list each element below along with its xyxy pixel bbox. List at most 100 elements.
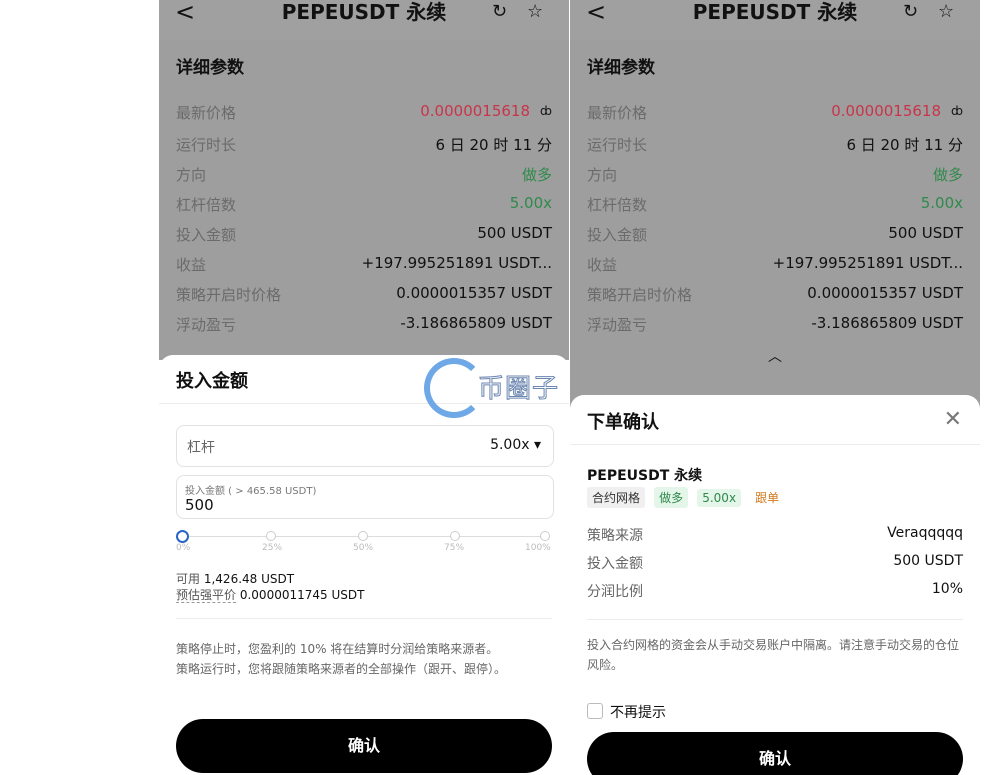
detail-key: 最新价格 xyxy=(176,104,237,122)
detail-value: 6 日 20 时 11 分 xyxy=(435,136,552,154)
detail-key: 收益 xyxy=(176,256,207,274)
sheet-title: 投入金额 xyxy=(176,371,248,392)
detail-value: 0.0000015618 xyxy=(420,102,530,120)
order-key: 投入金额 xyxy=(587,556,643,572)
page-title: PEPEUSDT 永续 xyxy=(692,0,858,24)
watermark-ring-icon xyxy=(424,358,484,418)
liquidation-value: 0.0000011745 USDT xyxy=(239,588,365,602)
detail-value: 500 USDT xyxy=(477,224,552,242)
detail-row: 投入金额 500 USDT xyxy=(587,224,963,248)
right-screen: < PEPEUSDT 永续 ↻ ☆ 详细参数 最新价格 0.0000015618… xyxy=(570,0,980,775)
detail-row: 收益 +197.995251891 USDT... xyxy=(176,254,552,278)
available-label: 可用 xyxy=(176,572,201,586)
detail-value: 做多 xyxy=(932,166,963,184)
detail-key: 策略开启时价格 xyxy=(176,286,282,304)
isolation-note: 投入合约网格的资金会从手动交易账户中隔离。请注意手动交易的仓位风险。 xyxy=(587,638,960,672)
detail-key: 策略开启时价格 xyxy=(587,286,693,304)
detail-value: 0.0000015357 USDT xyxy=(396,284,552,302)
tag-contract-grid: 合约网格 xyxy=(587,487,646,508)
details-section: 详细参数 最新价格 0.0000015618 ȸ 运行时长 6 日 20 时 1… xyxy=(159,40,569,360)
details-section: 详细参数 最新价格 0.0000015618 ȸ 运行时长 6 日 20 时 1… xyxy=(570,40,980,420)
note-line: 策略运行时，您将跟随策略来源者的全部操作（跟开、跟停）。 xyxy=(176,662,507,676)
detail-key: 运行时长 xyxy=(176,136,237,154)
detail-value: +197.995251891 USDT... xyxy=(361,254,552,272)
order-value: Veraqqqqq xyxy=(887,525,963,541)
order-row: 分润比例 10% xyxy=(587,581,963,603)
slider-step[interactable] xyxy=(540,531,550,541)
detail-key: 最新价格 xyxy=(587,104,648,122)
detail-key: 杠杆倍数 xyxy=(587,196,648,214)
divider xyxy=(176,618,552,619)
chevron-up-icon[interactable]: ︿ xyxy=(768,346,782,366)
order-value: 500 USDT xyxy=(893,553,963,569)
available-value: 1,426.48 USDT xyxy=(203,572,295,586)
slider-step[interactable] xyxy=(266,531,276,541)
watermark-text: 币圈子 xyxy=(477,374,560,405)
tag-copy: 跟单 xyxy=(750,487,785,508)
liquidation-label[interactable]: 预估强平价 xyxy=(176,588,237,603)
detail-value: 5.00x xyxy=(920,194,963,212)
detail-value: 0.0000015357 USDT xyxy=(807,284,963,302)
amount-input[interactable]: 500 xyxy=(185,496,214,514)
slider-tick-label: 100% xyxy=(525,543,551,553)
confirm-button[interactable]: 确认 xyxy=(587,732,963,775)
star-icon[interactable]: ☆ xyxy=(938,0,954,24)
slider-step[interactable] xyxy=(450,531,460,541)
detail-key: 投入金额 xyxy=(176,226,237,244)
close-icon[interactable]: ✕ xyxy=(944,407,962,432)
amount-field[interactable]: 投入金额 ( > 465.58 USDT) 500 xyxy=(176,475,554,519)
order-confirm-sheet: 下单确认 ✕ PEPEUSDT 永续 合约网格 做多 5.00x 跟单 策略来源… xyxy=(570,395,980,775)
detail-value: -3.186865809 USDT xyxy=(400,314,552,332)
detail-row: 最新价格 0.0000015618 ȸ xyxy=(587,102,963,126)
detail-value: +197.995251891 USDT... xyxy=(772,254,963,272)
detail-row: 最新价格 0.0000015618 ȸ xyxy=(176,102,552,126)
detail-key: 方向 xyxy=(587,166,618,184)
leverage-label: 杠杆 xyxy=(187,440,215,456)
order-key: 策略来源 xyxy=(587,528,643,544)
detail-row: 运行时长 6 日 20 时 11 分 xyxy=(587,134,963,158)
refresh-icon[interactable]: ↻ xyxy=(492,0,507,24)
liquidation-price: 预估强平价 0.0000011745 USDT xyxy=(176,586,364,603)
slider-step[interactable] xyxy=(358,531,368,541)
leverage-value[interactable]: 5.00x ▾ xyxy=(490,437,541,453)
detail-key: 运行时长 xyxy=(587,136,648,154)
detail-row: 运行时长 6 日 20 时 11 分 xyxy=(176,134,552,158)
detail-value: 6 日 20 时 11 分 xyxy=(846,136,963,154)
leverage-selector[interactable]: 杠杆 5.00x ▾ xyxy=(176,425,554,467)
detail-value: -3.186865809 USDT xyxy=(811,314,963,332)
order-value: 10% xyxy=(931,581,963,597)
sheet-title: 下单确认 xyxy=(587,412,659,433)
order-row: 投入金额 500 USDT xyxy=(587,553,963,575)
detail-row: 策略开启时价格 0.0000015357 USDT xyxy=(176,284,552,308)
profit-share-note: 策略停止时，您盈利的 10% 将在结算时分润给策略来源者。 策略运行时，您将跟随… xyxy=(176,639,552,679)
dont-remind-checkbox[interactable] xyxy=(587,703,603,719)
confirm-button[interactable]: 确认 xyxy=(176,719,552,773)
detail-key: 投入金额 xyxy=(587,226,648,244)
slider-handle[interactable] xyxy=(176,530,189,543)
detail-key: 杠杆倍数 xyxy=(176,196,237,214)
amount-slider[interactable]: 0% 25% 50% 75% 100% xyxy=(176,530,552,553)
coin-icon: ȸ xyxy=(951,104,963,118)
detail-value: 500 USDT xyxy=(888,224,963,242)
detail-row: 方向 做多 xyxy=(176,164,552,188)
star-icon[interactable]: ☆ xyxy=(527,0,543,24)
divider xyxy=(587,619,963,620)
header: < PEPEUSDT 永续 ↻ ☆ xyxy=(159,0,569,40)
detail-key: 浮动盈亏 xyxy=(176,316,237,334)
refresh-icon[interactable]: ↻ xyxy=(903,0,918,24)
section-title: 详细参数 xyxy=(176,58,244,78)
dont-remind-label[interactable]: 不再提示 xyxy=(610,702,666,722)
detail-value: 做多 xyxy=(521,166,552,184)
detail-key: 收益 xyxy=(587,256,618,274)
detail-row: 策略开启时价格 0.0000015357 USDT xyxy=(587,284,963,308)
detail-row: 浮动盈亏 -3.186865809 USDT xyxy=(587,314,963,338)
order-key: 分润比例 xyxy=(587,584,643,600)
amount-field-label: 投入金额 ( > 465.58 USDT) xyxy=(185,486,317,497)
detail-row: 杠杆倍数 5.00x xyxy=(176,194,552,218)
divider xyxy=(570,444,980,445)
detail-row: 杠杆倍数 5.00x xyxy=(587,194,963,218)
page-title: PEPEUSDT 永续 xyxy=(281,0,447,24)
amount-sheet: 投入金额 杠杆 5.00x ▾ 投入金额 ( > 465.58 USDT) 50… xyxy=(159,355,569,775)
coin-icon: ȸ xyxy=(540,104,552,118)
detail-row: 浮动盈亏 -3.186865809 USDT xyxy=(176,314,552,338)
